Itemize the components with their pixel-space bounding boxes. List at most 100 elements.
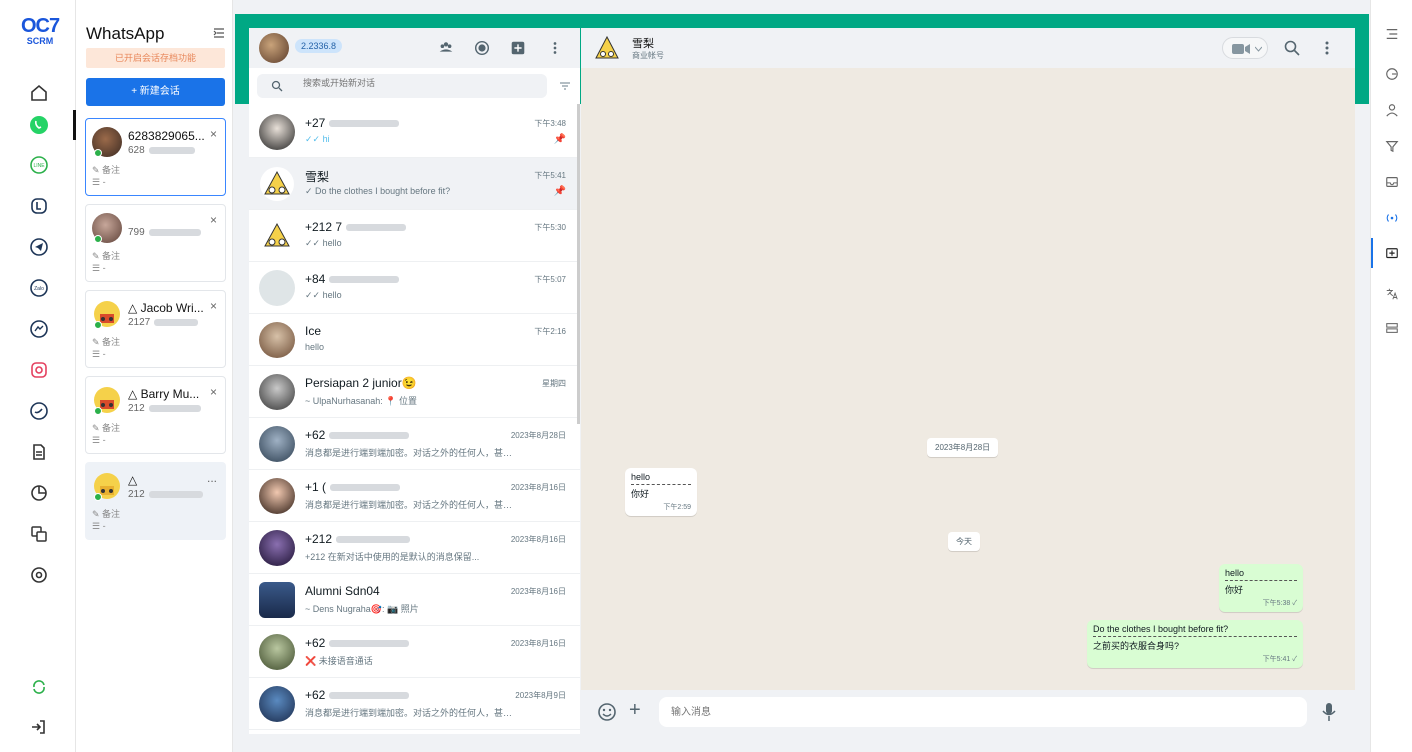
communities-icon[interactable] bbox=[436, 38, 456, 58]
chat-name: +62 bbox=[305, 428, 410, 442]
chat-item[interactable]: 雪梨 ✓ Do the clothes I bought before fit?… bbox=[249, 158, 580, 210]
chat-preview: ✓✓ hi bbox=[305, 134, 330, 144]
inbox-icon[interactable] bbox=[1382, 172, 1402, 192]
chat-item[interactable]: Alumni Sdn04 ~ Dens Nugraha🎯: 📷 照片 2023年… bbox=[249, 574, 580, 626]
avatar bbox=[259, 114, 295, 150]
session-card[interactable]: 799 × ✎ 备注 ☰ - bbox=[85, 204, 226, 282]
chat-item[interactable]: +212 +212 在新对话中使用的是默认的消息保留... 2023年8月16日 bbox=[249, 522, 580, 574]
messenger-icon[interactable] bbox=[26, 316, 52, 342]
session-number: 212 bbox=[128, 489, 203, 500]
close-session-button[interactable]: × bbox=[210, 213, 217, 227]
chat-name: +62 bbox=[305, 636, 410, 650]
contact-avatar[interactable] bbox=[593, 34, 621, 62]
search-icon[interactable] bbox=[1283, 39, 1301, 57]
tag-field[interactable]: ☰ - bbox=[92, 349, 106, 360]
chat-name: 雪梨 bbox=[305, 170, 330, 184]
video-call-button[interactable] bbox=[1222, 37, 1268, 59]
chat-item[interactable]: +62 消息都是进行端到端加密。对话之外的任何人，甚至包... 2023年8月9… bbox=[249, 678, 580, 730]
chat-item[interactable]: +62 ❌ 未接语音通话 2023年8月16日 bbox=[249, 626, 580, 678]
sync-icon[interactable] bbox=[26, 674, 52, 700]
tag-field[interactable]: ☰ - bbox=[92, 521, 106, 532]
chat-item[interactable]: +84 ✓✓ hello 下午5:07 bbox=[249, 262, 580, 314]
avatar bbox=[259, 686, 295, 722]
close-session-button[interactable]: × bbox=[210, 127, 217, 141]
chat-item[interactable]: +212 7 ✓✓ hello 下午5:30 bbox=[249, 210, 580, 262]
note-field[interactable]: ✎ 备注 bbox=[92, 163, 120, 176]
chat-item[interactable]: +27 ✓✓ hi 下午3:48 📌 bbox=[249, 106, 580, 158]
session-panel: WhatsApp 已开启会话存档功能 + 新建会话 6283829065... … bbox=[76, 0, 233, 752]
filter-icon[interactable] bbox=[559, 80, 571, 92]
collapse-panel-icon[interactable] bbox=[212, 26, 226, 40]
user-icon[interactable] bbox=[1382, 100, 1402, 120]
menu-icon[interactable] bbox=[545, 38, 565, 58]
avatar bbox=[260, 167, 294, 201]
session-number: 212 bbox=[128, 403, 201, 414]
emoji-icon[interactable] bbox=[597, 702, 617, 722]
whatsapp-icon[interactable] bbox=[26, 112, 52, 138]
note-field[interactable]: ✎ 备注 bbox=[92, 249, 120, 262]
logout-icon[interactable] bbox=[26, 714, 52, 740]
session-card[interactable]: 6283829065... 628 × ✎ 备注 ☰ - bbox=[85, 118, 226, 196]
chat-name: +212 bbox=[305, 532, 411, 546]
telegram-icon[interactable] bbox=[26, 234, 52, 260]
chat-time: 2023年8月28日 bbox=[510, 431, 566, 440]
message-input[interactable] bbox=[659, 697, 1307, 727]
line-icon[interactable]: LINE bbox=[26, 152, 52, 178]
tag-field[interactable]: ☰ - bbox=[92, 177, 106, 188]
list-icon[interactable] bbox=[1382, 318, 1402, 338]
twitter-icon[interactable] bbox=[26, 398, 52, 424]
home-icon[interactable] bbox=[26, 80, 52, 106]
close-session-button[interactable]: × bbox=[210, 385, 217, 399]
session-number: 2127 bbox=[128, 317, 199, 328]
instagram-icon[interactable] bbox=[26, 357, 52, 383]
pie-chart-icon[interactable] bbox=[26, 480, 52, 506]
session-name: △ Jacob Wri... bbox=[128, 301, 204, 315]
broadcast-icon[interactable] bbox=[1382, 208, 1402, 228]
profile-card-icon[interactable] bbox=[1382, 64, 1402, 84]
document-icon[interactable] bbox=[26, 439, 52, 465]
translate-icon[interactable] bbox=[26, 521, 52, 547]
contact-name: 雪梨 bbox=[632, 38, 654, 50]
chat-time: 下午3:48 bbox=[534, 119, 566, 128]
settings-icon[interactable] bbox=[26, 562, 52, 588]
note-field[interactable]: ✎ 备注 bbox=[92, 507, 120, 520]
right-toolbar-active-indicator bbox=[1371, 238, 1373, 268]
zalo-icon[interactable]: Zalo bbox=[26, 275, 52, 301]
tag-field[interactable]: ☰ - bbox=[92, 263, 106, 274]
tag-field[interactable]: ☰ - bbox=[92, 435, 106, 446]
status-icon[interactable] bbox=[472, 38, 492, 58]
session-card[interactable]: △ Barry Mu... 212 × ✎ 备注 ☰ - bbox=[85, 376, 226, 454]
new-chat-icon[interactable] bbox=[508, 38, 528, 58]
chat-item[interactable]: Ice hello 下午2:16 bbox=[249, 314, 580, 366]
chat-time: 下午5:07 bbox=[534, 275, 566, 284]
translate-icon[interactable] bbox=[1382, 284, 1402, 304]
collapse-icon[interactable] bbox=[1382, 24, 1402, 44]
chat-item[interactable]: +1 ( 消息都是进行端到端加密。对话之外的任何人，甚至包... 2023年8月… bbox=[249, 470, 580, 522]
note-field[interactable]: ✎ 备注 bbox=[92, 335, 120, 348]
new-session-button[interactable]: + 新建会话 bbox=[86, 78, 225, 106]
avatar bbox=[260, 219, 294, 253]
close-session-button[interactable]: × bbox=[210, 299, 217, 313]
chat-preview: 消息都是进行端到端加密。对话之外的任何人，甚至包... bbox=[305, 708, 515, 718]
search-box[interactable] bbox=[257, 74, 547, 98]
messenger-lite-icon[interactable] bbox=[26, 193, 52, 219]
chat-list-scrollbar[interactable] bbox=[577, 104, 580, 424]
chat-time: 下午5:41 bbox=[534, 171, 566, 180]
search-input[interactable] bbox=[303, 78, 503, 88]
chat-item[interactable]: +62 消息都是进行端到端加密。对话之外的任何人，甚至包... 2023年8月2… bbox=[249, 418, 580, 470]
svg-text:Zalo: Zalo bbox=[34, 286, 44, 292]
microphone-icon[interactable] bbox=[1321, 702, 1337, 722]
chat-preview: ~ Dens Nugraha🎯: 📷 照片 bbox=[305, 604, 419, 614]
attach-icon[interactable]: + bbox=[629, 700, 641, 720]
menu-icon[interactable] bbox=[1321, 39, 1333, 57]
chat-name: +1 ( bbox=[305, 480, 401, 494]
filter-icon[interactable] bbox=[1382, 136, 1402, 156]
my-avatar[interactable] bbox=[259, 33, 289, 63]
chat-name: Alumni Sdn04 bbox=[305, 584, 380, 598]
chat-item[interactable]: Persiapan 2 junior😉 ~ UlpaNurhasanah: 📍 … bbox=[249, 366, 580, 418]
session-card[interactable]: △ 212 ... ✎ 备注 ☰ - bbox=[85, 462, 226, 540]
session-more-button[interactable]: ... bbox=[207, 471, 217, 485]
note-field[interactable]: ✎ 备注 bbox=[92, 421, 120, 434]
quick-reply-icon[interactable] bbox=[1382, 244, 1402, 264]
session-card[interactable]: △ Jacob Wri... 2127 × ✎ 备注 ☰ - bbox=[85, 290, 226, 368]
